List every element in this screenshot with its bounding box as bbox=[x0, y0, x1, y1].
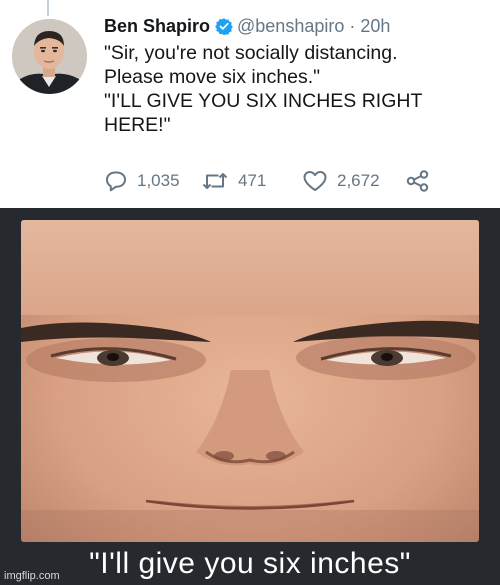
heart-icon bbox=[302, 170, 328, 192]
tweet-text-line: Please move six inches." bbox=[104, 66, 321, 88]
tweet-text-line: "I'LL GIVE YOU SIX INCHES RIGHT bbox=[104, 90, 423, 112]
reply-button[interactable]: 1,035 bbox=[104, 170, 180, 192]
verified-badge-icon bbox=[215, 17, 233, 41]
tweet-card: Ben Shapiro @benshapiro · 20h "Sir, you'r… bbox=[0, 0, 500, 208]
face-closeup-image bbox=[21, 220, 479, 542]
reply-icon bbox=[104, 170, 128, 192]
retweet-icon bbox=[201, 170, 229, 192]
tweet-text-line: "Sir, you're not socially distancing. bbox=[104, 42, 398, 64]
tweet-timestamp[interactable]: 20h bbox=[360, 16, 390, 36]
thread-line bbox=[47, 0, 49, 16]
tweet-header: Ben Shapiro @benshapiro · 20h bbox=[104, 14, 390, 41]
meme-caption: "I'll give you six inches" bbox=[89, 547, 411, 580]
share-button[interactable] bbox=[406, 170, 430, 192]
tweet-text-line: HERE!" bbox=[104, 114, 171, 136]
share-icon bbox=[406, 170, 430, 192]
avatar[interactable] bbox=[12, 19, 87, 94]
author-name[interactable]: Ben Shapiro bbox=[104, 16, 210, 36]
reply-count: 1,035 bbox=[137, 171, 180, 190]
tweet-text: "Sir, you're not socially distancing. Pl… bbox=[104, 41, 484, 137]
imgflip-watermark: imgflip.com bbox=[4, 570, 60, 582]
author-handle[interactable]: @benshapiro bbox=[237, 16, 344, 36]
like-button[interactable]: 2,672 bbox=[302, 170, 380, 192]
separator-dot: · bbox=[349, 16, 356, 36]
retweet-button[interactable]: 471 bbox=[201, 170, 266, 192]
retweet-count: 471 bbox=[238, 171, 267, 190]
tweet-actions: 1,035 471 2,672 bbox=[104, 170, 484, 194]
like-count: 2,672 bbox=[337, 171, 380, 190]
meme-panel: "I'll give you six inches" imgflip.com bbox=[0, 208, 500, 585]
